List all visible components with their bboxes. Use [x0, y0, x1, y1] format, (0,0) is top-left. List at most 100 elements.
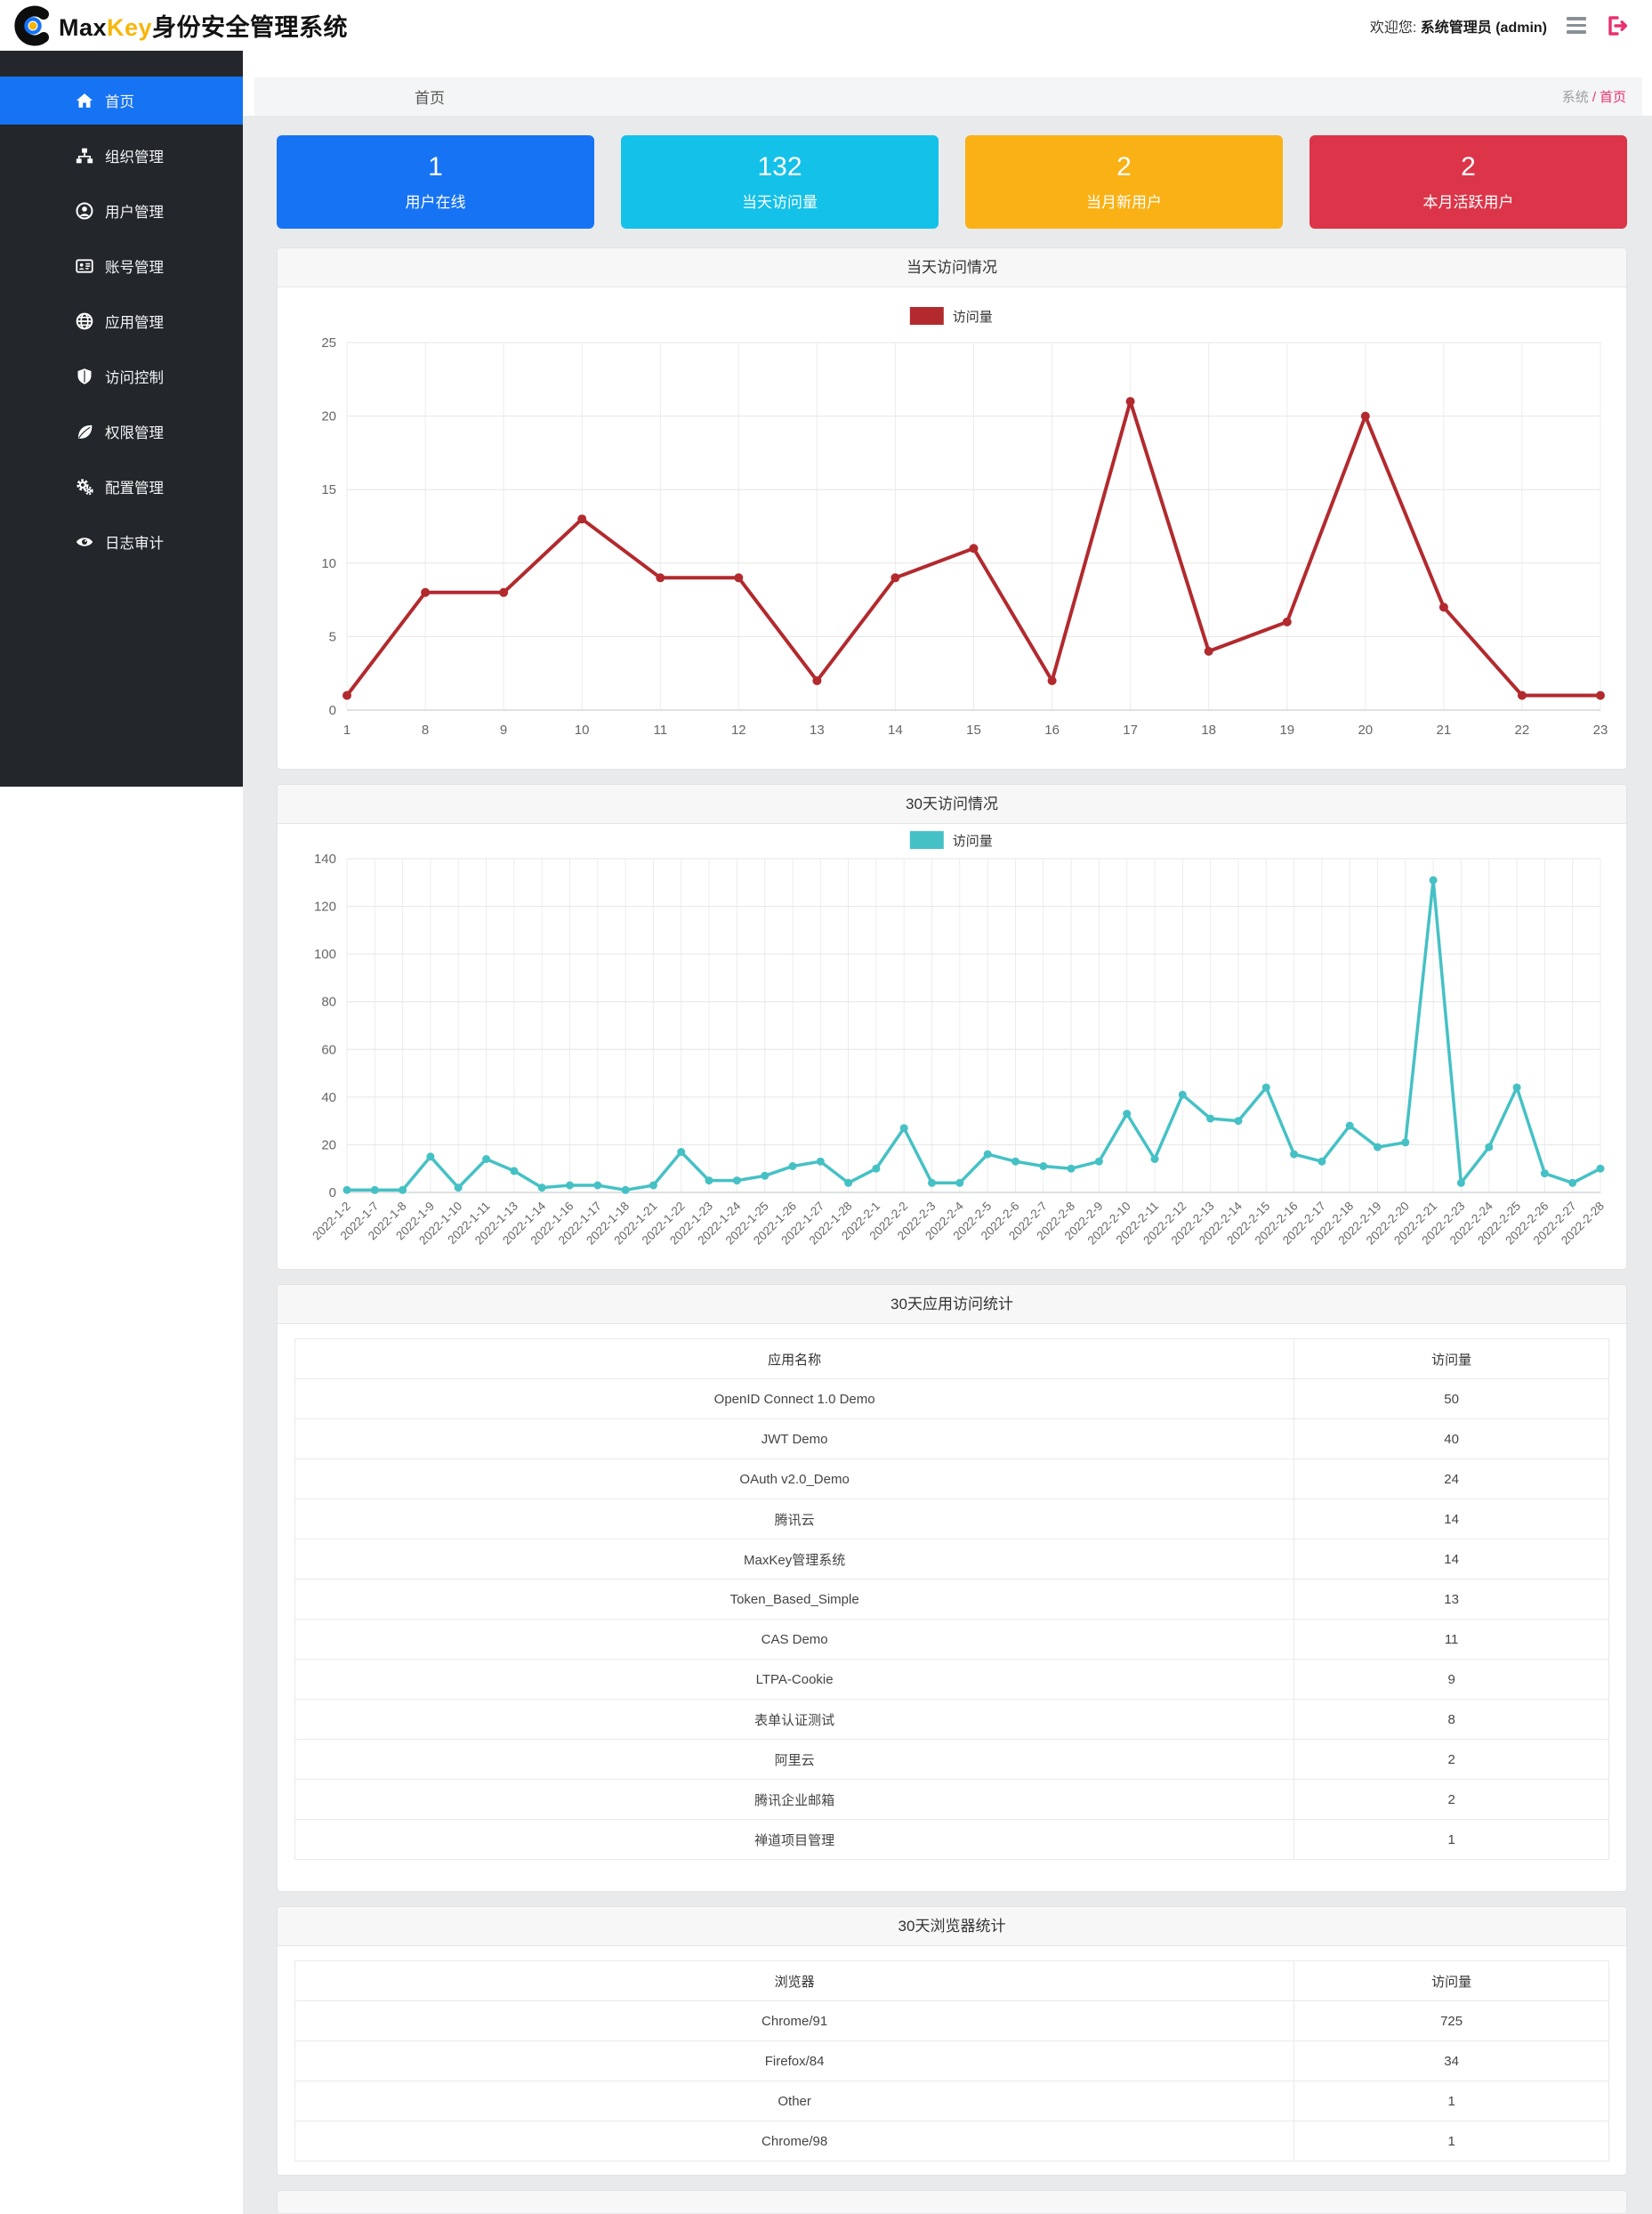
table-cell: CAS Demo [295, 1620, 1294, 1660]
svg-text:17: 17 [1123, 723, 1138, 738]
svg-text:20: 20 [321, 409, 336, 424]
table-cell: 1 [1294, 1820, 1609, 1860]
panel-browser-stats: 30天浏览器统计 浏览器访问量Chrome/91725Firefox/8434O… [277, 1906, 1627, 2176]
leaf-icon [76, 423, 93, 440]
svg-text:12: 12 [731, 723, 746, 738]
breadcrumb: 首页 系统/首页 [254, 77, 1642, 116]
panel-header [278, 2191, 1626, 2213]
table-cell: Chrome/91 [295, 2001, 1294, 2041]
table-row: CAS Demo11 [295, 1620, 1609, 1660]
panel-today-visits: 当天访问情况 051015202518910111213141516171819… [277, 247, 1627, 770]
svg-text:访问量: 访问量 [953, 834, 993, 849]
table-row: OAuth v2.0_Demo24 [295, 1459, 1609, 1499]
svg-text:21: 21 [1437, 723, 1452, 738]
sidebar-item-home[interactable]: 首页 [0, 77, 243, 125]
stat-value: 2 [1310, 152, 1627, 182]
table-row: 阿里云2 [295, 1740, 1609, 1780]
sidebar-item-label: 账号管理 [105, 255, 164, 277]
sidebar-item-accounts[interactable]: 账号管理 [0, 242, 243, 290]
panel-title: 30天应用访问统计 [278, 1285, 1626, 1324]
table-header-row: 浏览器访问量 [295, 1961, 1609, 2001]
chart-legend: 访问量 [910, 307, 993, 325]
table-row: Firefox/8434 [295, 2041, 1609, 2081]
panel-month-visits: 30天访问情况 0204060801001201402022-1-22022-1… [277, 784, 1627, 1270]
sidebar-item-apps[interactable]: 应用管理 [0, 297, 243, 345]
table-cell: 8 [1294, 1700, 1609, 1740]
table-cell: Firefox/84 [295, 2041, 1294, 2081]
table-cell: MaxKey管理系统 [295, 1539, 1294, 1580]
sidebar-item-users[interactable]: 用户管理 [0, 187, 243, 235]
sidebar-item-audit[interactable]: 日志审计 [0, 518, 243, 566]
table-cell: 11 [1294, 1620, 1609, 1660]
table-row: 禅道项目管理1 [295, 1820, 1609, 1860]
svg-text:18: 18 [1201, 723, 1216, 738]
sitemap-icon [76, 147, 93, 165]
chart-legend: 访问量 [910, 831, 993, 849]
table-cell: 禅道项目管理 [295, 1820, 1294, 1860]
sidebar-item-orgs[interactable]: 组织管理 [0, 132, 243, 180]
table-cell: OAuth v2.0_Demo [295, 1459, 1294, 1499]
panel-header: 30天应用访问统计 [278, 1285, 1626, 1324]
table-cell: 34 [1294, 2041, 1609, 2081]
sidebar-item-permissions[interactable]: 权限管理 [0, 408, 243, 456]
id-card-icon [76, 257, 93, 275]
svg-text:5: 5 [329, 629, 336, 644]
menu-toggle-icon[interactable] [1567, 17, 1586, 34]
stat-value: 1 [277, 152, 594, 182]
table-cell: 腾讯企业邮箱 [295, 1780, 1294, 1820]
svg-text:10: 10 [321, 556, 336, 571]
svg-text:16: 16 [1044, 723, 1060, 738]
svg-text:120: 120 [314, 900, 336, 915]
table-cell: 40 [1294, 1419, 1609, 1459]
browser-stats-table: 浏览器访问量Chrome/91725Firefox/8434Other1Chro… [294, 1960, 1609, 2161]
table-cell: Token_Based_Simple [295, 1580, 1294, 1620]
table-row: OpenID Connect 1.0 Demo50 [295, 1379, 1609, 1419]
svg-text:13: 13 [810, 723, 825, 738]
sidebar-item-label: 组织管理 [105, 145, 164, 166]
eye-icon [76, 533, 93, 551]
svg-text:140: 140 [314, 852, 336, 867]
table-row: MaxKey管理系统14 [295, 1539, 1609, 1580]
globe-icon [76, 312, 93, 330]
table-cell: 1 [1294, 2121, 1609, 2161]
table-cell: 表单认证测试 [295, 1700, 1294, 1740]
table-cell: JWT Demo [295, 1419, 1294, 1459]
today-visits-line-chart: 0510152025189101112131415161718192021222… [278, 287, 1626, 770]
table-cell: 725 [1294, 2001, 1609, 2041]
panel-title: 30天浏览器统计 [278, 1907, 1626, 1946]
svg-text:25: 25 [321, 335, 336, 351]
stat-card-active-users: 2 本月活跃用户 [1310, 135, 1627, 229]
svg-text:80: 80 [321, 995, 336, 1010]
table-row: 腾讯企业邮箱2 [295, 1780, 1609, 1820]
sidebar-item-label: 配置管理 [105, 476, 164, 497]
column-header: 访问量 [1294, 1961, 1609, 2001]
sidebar-item-access-control[interactable]: 访问控制 [0, 352, 243, 400]
brand: MaxKey身份安全管理系统 [12, 5, 348, 46]
sidebar-item-config[interactable]: 配置管理 [0, 463, 243, 511]
column-header: 浏览器 [295, 1961, 1294, 2001]
sidebar-item-label: 权限管理 [105, 421, 164, 442]
stat-label: 当月新用户 [965, 190, 1283, 212]
table-row: Other1 [295, 2081, 1609, 2121]
stat-card-new-users: 2 当月新用户 [965, 135, 1283, 229]
svg-text:15: 15 [966, 723, 981, 738]
breadcrumb-current-link[interactable]: 首页 [1600, 90, 1626, 105]
svg-text:15: 15 [321, 482, 336, 497]
table-row: Token_Based_Simple13 [295, 1580, 1609, 1620]
table-cell: 阿里云 [295, 1740, 1294, 1780]
svg-text:0: 0 [329, 1185, 336, 1200]
logout-icon[interactable] [1606, 15, 1629, 36]
stat-card-users-online: 1 用户在线 [277, 135, 594, 229]
table-row: Chrome/981 [295, 2121, 1609, 2161]
svg-text:14: 14 [888, 723, 903, 738]
breadcrumb-root-link[interactable]: 系统 [1562, 90, 1589, 105]
partial-panel [277, 2190, 1627, 2213]
stat-value: 2 [965, 152, 1283, 182]
month-visits-line-chart: 0204060801001201402022-1-22022-1-72022-1… [278, 824, 1626, 1270]
table-cell: 24 [1294, 1459, 1609, 1499]
svg-text:10: 10 [575, 723, 590, 738]
home-icon [76, 92, 93, 109]
sidebar-item-label: 应用管理 [105, 311, 164, 332]
svg-text:0: 0 [329, 703, 336, 718]
svg-text:23: 23 [1593, 723, 1608, 738]
